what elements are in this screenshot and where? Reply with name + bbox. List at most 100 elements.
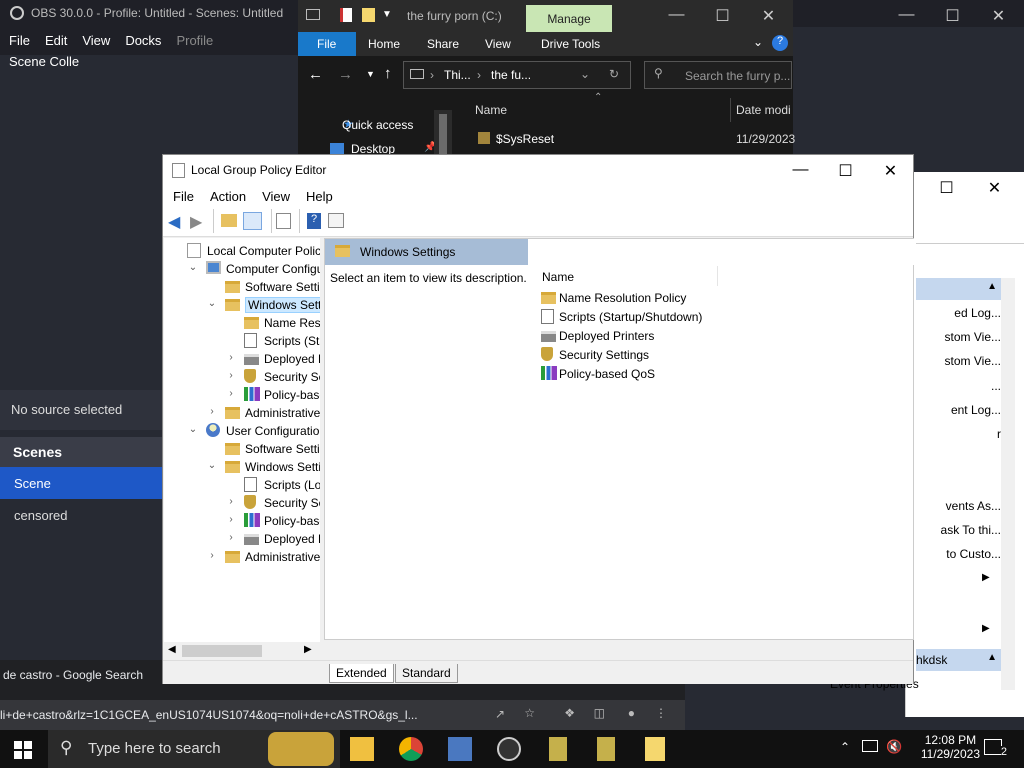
address-bar[interactable]: › Thi... › the fu... ⌄ ↻ — [403, 61, 631, 89]
manage-tab[interactable]: Manage — [526, 5, 612, 32]
share-icon[interactable]: ↗ — [495, 707, 505, 721]
dropdown-icon[interactable]: ▼ — [382, 9, 392, 20]
menu-action[interactable]: Action — [200, 186, 252, 204]
expand-chevron-icon[interactable]: ⌄ — [207, 460, 217, 472]
obs-menu-profile[interactable]: Profile — [167, 27, 219, 48]
collapse-chevron-icon[interactable]: › — [226, 388, 236, 400]
obs-menu-docks[interactable]: Docks — [116, 27, 167, 48]
breadcrumb-item[interactable]: the fu... — [491, 68, 531, 82]
maximize-icon[interactable]: ☐ — [930, 0, 975, 31]
close-icon[interactable]: ✕ — [976, 0, 1021, 31]
obs-menu-scene-collection[interactable]: Scene Colle — [0, 48, 85, 69]
new-folder-icon[interactable] — [362, 8, 375, 22]
collapse-icon[interactable]: ▲ — [987, 652, 997, 663]
recent-dropdown-icon[interactable]: ▼ — [366, 69, 375, 79]
expand-chevron-icon[interactable]: ⌄ — [188, 262, 198, 274]
collapse-chevron-icon[interactable]: › — [226, 370, 236, 382]
back-arrow-icon[interactable]: ← — [308, 66, 323, 83]
show-hide-tree-icon[interactable] — [243, 212, 262, 230]
scrollbar[interactable] — [1001, 278, 1015, 690]
maximize-icon[interactable]: ☐ — [700, 0, 745, 31]
export-list-icon[interactable] — [276, 213, 291, 229]
clock[interactable]: 12:08 PM 11/29/2023 — [921, 733, 980, 761]
tray-chevron-icon[interactable]: ⌃ — [840, 740, 850, 754]
column-header-name[interactable]: Name — [475, 103, 507, 117]
close-icon[interactable]: ✕ — [868, 155, 913, 186]
menu-view[interactable]: View — [252, 186, 296, 204]
maximize-icon[interactable]: ☐ — [924, 172, 969, 203]
help-icon[interactable]: ? — [772, 35, 788, 51]
help-icon[interactable]: ? — [307, 213, 321, 229]
action-item[interactable]: to Custo... — [906, 547, 1001, 561]
search-highlight-icon[interactable] — [268, 732, 334, 766]
nav-scrollbar[interactable] — [434, 110, 452, 160]
minimize-icon[interactable]: — — [778, 155, 823, 186]
network-icon[interactable] — [862, 740, 878, 752]
tree-scrollbar[interactable]: ◀ ▶ — [164, 642, 320, 660]
collapse-chevron-icon[interactable]: › — [207, 550, 217, 562]
file-explorer-icon[interactable] — [350, 737, 374, 761]
action-item[interactable]: ed Log... — [906, 306, 1001, 320]
action-item[interactable]: stom Vie... — [906, 354, 1001, 368]
action-item[interactable]: ... — [906, 379, 1001, 393]
properties-icon[interactable] — [340, 8, 352, 22]
nav-quick-access-label[interactable]: Quick access — [342, 118, 413, 132]
ribbon-tab-view[interactable]: View — [485, 37, 511, 51]
chrome-icon[interactable] — [399, 737, 423, 761]
chevron-down-icon[interactable]: ⌄ — [753, 35, 763, 49]
submenu-arrow-icon[interactable]: ▶ — [982, 572, 990, 583]
collapse-chevron-icon[interactable]: › — [207, 406, 217, 418]
collapse-chevron-icon[interactable]: › — [226, 514, 236, 526]
chrome-address-bar[interactable]: li+de+castro&rlz=1C1GCEA_enUS1074US1074&… — [0, 700, 685, 730]
action-item[interactable]: ent Log... — [906, 403, 1001, 417]
up-folder-icon[interactable] — [221, 214, 237, 227]
action-item[interactable]: stom Vie... — [906, 330, 1001, 344]
collapse-chevron-icon[interactable]: › — [226, 532, 236, 544]
app-icon[interactable] — [549, 737, 567, 761]
breadcrumb-item[interactable]: Thi... — [444, 68, 471, 82]
collapse-chevron-icon[interactable]: › — [226, 352, 236, 364]
volume-muted-icon[interactable]: 🔇 — [886, 739, 902, 755]
chrome-tab-title[interactable]: de castro - Google Search — [3, 668, 143, 682]
menu-file[interactable]: File — [163, 186, 200, 204]
close-icon[interactable]: ✕ — [972, 172, 1017, 203]
action-item[interactable]: vents As... — [906, 499, 1001, 513]
menu-help[interactable]: Help — [296, 186, 339, 204]
file-row-name[interactable]: $SysReset — [496, 132, 554, 146]
notifications-icon[interactable]: 2 — [984, 739, 1007, 758]
scroll-left-icon[interactable]: ◀ — [168, 644, 176, 655]
obs-icon[interactable] — [497, 737, 521, 761]
forward-arrow-icon[interactable]: ▶ — [190, 212, 202, 232]
bookmark-star-icon[interactable]: ☆ — [524, 706, 535, 720]
action-item[interactable]: ask To thi... — [906, 523, 1001, 537]
refresh-icon[interactable]: ↻ — [609, 67, 619, 81]
minimize-icon[interactable]: — — [884, 0, 929, 31]
obs-menu-file[interactable]: File — [0, 27, 36, 48]
scene-item[interactable]: censored — [0, 499, 162, 531]
windows-start-icon[interactable] — [14, 741, 32, 759]
expand-chevron-icon[interactable]: ⌄ — [207, 298, 217, 310]
scroll-thumb[interactable] — [182, 645, 262, 657]
address-dropdown-icon[interactable]: ⌄ — [580, 67, 590, 81]
app-icon[interactable] — [448, 737, 472, 761]
tab-standard[interactable]: Standard — [395, 664, 458, 683]
properties-icon[interactable] — [328, 213, 344, 228]
tab-extended[interactable]: Extended — [329, 664, 394, 683]
app-icon[interactable] — [597, 737, 615, 761]
expand-chevron-icon[interactable]: ⌄ — [188, 424, 198, 436]
notepad-icon[interactable] — [645, 737, 665, 761]
ribbon-file-tab[interactable]: File — [298, 32, 356, 56]
extensions-icon[interactable]: ❖ — [564, 706, 575, 720]
ribbon-tab-drive-tools[interactable]: Drive Tools — [541, 37, 600, 51]
close-icon[interactable]: ✕ — [746, 0, 791, 31]
back-arrow-icon[interactable]: ◀ — [168, 212, 180, 232]
ribbon-tab-home[interactable]: Home — [368, 37, 400, 51]
forward-arrow-icon[interactable]: → — [338, 66, 353, 83]
explorer-search-input[interactable]: Search the furry p... — [644, 61, 792, 89]
submenu-arrow-icon[interactable]: ▶ — [982, 623, 990, 634]
up-arrow-icon[interactable]: ↑ — [384, 65, 392, 82]
scroll-right-icon[interactable]: ▶ — [304, 644, 312, 655]
profile-icon[interactable]: ● — [628, 706, 635, 720]
obs-menu-view[interactable]: View — [73, 27, 116, 48]
scene-item[interactable]: Scene — [0, 467, 162, 499]
